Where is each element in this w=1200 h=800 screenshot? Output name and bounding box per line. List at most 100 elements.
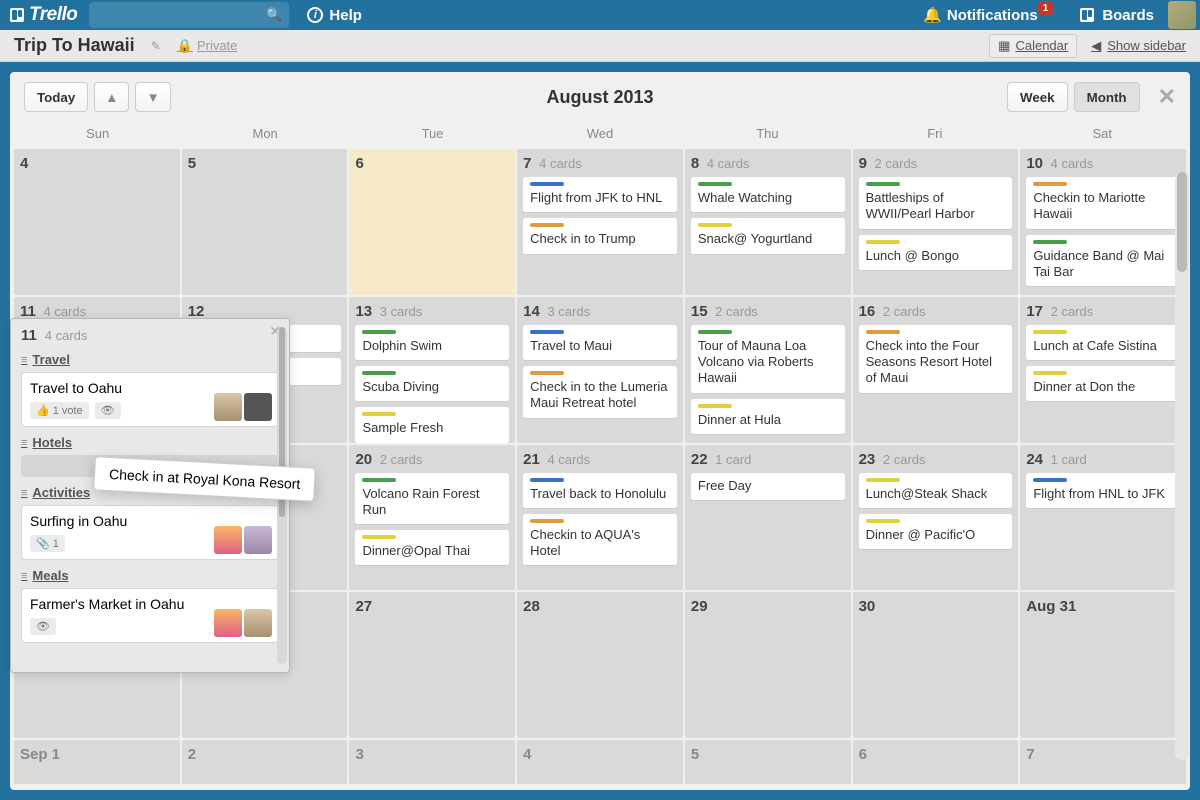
help-link[interactable]: i Help	[307, 7, 362, 24]
card-text: Travel back to Honolulu	[530, 486, 670, 502]
search-input[interactable]: 🔍	[89, 2, 289, 28]
day-cell[interactable]: 3	[349, 740, 515, 784]
calendar-card[interactable]: Travel to Maui	[523, 325, 677, 361]
calendar-card[interactable]: Checkin to AQUA's Hotel	[523, 514, 677, 567]
card-farmers-market[interactable]: Farmer's Market in Oahu 👁	[21, 588, 279, 643]
show-sidebar-button[interactable]: ◀ Show sidebar	[1091, 38, 1186, 54]
day-cell[interactable]: 17 2 cardsLunch at Cafe SistinaDinner at…	[1020, 297, 1186, 443]
day-cell[interactable]: 27	[349, 592, 515, 738]
section-meals[interactable]: ≡Meals	[21, 568, 279, 583]
calendar-card[interactable]: Flight from HNL to JFK	[1026, 473, 1180, 509]
calendar-card[interactable]: Travel back to Honolulu	[523, 473, 677, 509]
next-button[interactable]: ▼	[135, 82, 170, 112]
member-avatar[interactable]	[244, 609, 272, 637]
day-cell[interactable]: 22 1 cardFree Day	[685, 445, 851, 591]
scrollbar-thumb[interactable]	[1177, 172, 1187, 272]
calendar-card[interactable]: Scuba Diving	[355, 366, 509, 402]
calendar-card[interactable]: Whale Watching	[691, 177, 845, 213]
dow-sun: Sun	[14, 122, 181, 149]
notifications-button[interactable]: 🔔 Notifications 1	[915, 2, 1066, 28]
day-cell[interactable]: 6	[853, 740, 1019, 784]
day-cell[interactable]: 10 4 cardsCheckin to Mariotte HawaiiGuid…	[1020, 149, 1186, 295]
day-number: 28	[523, 598, 540, 615]
calendar-card[interactable]: Battleships of WWII/Pearl Harbor	[859, 177, 1013, 230]
card-label	[866, 240, 900, 244]
member-avatar[interactable]	[244, 393, 272, 421]
card-label	[866, 519, 900, 523]
day-cell[interactable]: 5	[182, 149, 348, 295]
day-cell[interactable]: Sep 1	[14, 740, 180, 784]
card-travel-oahu[interactable]: Travel to Oahu 👍1 vote 👁	[21, 372, 279, 427]
calendar-card[interactable]: Lunch @ Bongo	[859, 235, 1013, 271]
calendar-card[interactable]: Check in to the Lumeria Maui Retreat hot…	[523, 366, 677, 419]
calendar-card[interactable]: Guidance Band @ Mai Tai Bar	[1026, 235, 1180, 288]
day-number: 22	[691, 451, 708, 468]
member-avatar[interactable]	[244, 526, 272, 554]
day-cell[interactable]: Aug 31	[1020, 592, 1186, 738]
watch-badge: 👁	[30, 618, 56, 635]
day-cell[interactable]: 16 2 cardsCheck into the Four Seasons Re…	[853, 297, 1019, 443]
day-cell[interactable]: 7	[1020, 740, 1186, 784]
user-avatar[interactable]	[1168, 1, 1196, 29]
calendar-card[interactable]: Lunch@Steak Shack	[859, 473, 1013, 509]
watch-badge: 👁	[95, 402, 121, 419]
member-avatar[interactable]	[214, 393, 242, 421]
day-cell[interactable]: 28	[517, 592, 683, 738]
day-cell[interactable]: 20 2 cardsVolcano Rain Forest RunDinner@…	[349, 445, 515, 591]
card-label	[698, 404, 732, 408]
day-cell[interactable]: 5	[685, 740, 851, 784]
card-count: 2 cards	[376, 452, 422, 467]
today-button[interactable]: Today	[24, 82, 88, 112]
day-cell[interactable]: 7 4 cardsFlight from JFK to HNLCheck in …	[517, 149, 683, 295]
prev-button[interactable]: ▲	[94, 82, 129, 112]
close-icon[interactable]: ✕	[1158, 84, 1176, 110]
month-view-button[interactable]: Month	[1074, 82, 1140, 112]
day-cell[interactable]: 2	[182, 740, 348, 784]
day-cell[interactable]: 4	[517, 740, 683, 784]
calendar-card[interactable]: Check into the Four Seasons Resort Hotel…	[859, 325, 1013, 394]
calendar-card[interactable]: Checkin to Mariotte Hawaii	[1026, 177, 1180, 230]
calendar-card[interactable]: Check in to Trump	[523, 218, 677, 254]
calendar-card[interactable]: Volcano Rain Forest Run	[355, 473, 509, 526]
section-hotels[interactable]: ≡Hotels	[21, 435, 279, 450]
week-view-button[interactable]: Week	[1007, 82, 1068, 112]
info-icon: i	[307, 7, 323, 23]
day-cell[interactable]: 29	[685, 592, 851, 738]
calendar-card[interactable]: Free Day	[691, 473, 845, 501]
logo-text: Trello	[29, 4, 77, 26]
card-text: Travel to Maui	[530, 338, 670, 354]
calendar-card[interactable]: Dinner@Opal Thai	[355, 530, 509, 566]
card-surfing[interactable]: Surfing in Oahu 📎1	[21, 505, 279, 560]
calendar-card[interactable]: Dolphin Swim	[355, 325, 509, 361]
day-cell[interactable]: 13 3 cardsDolphin SwimScuba DivingSample…	[349, 297, 515, 443]
calendar-card[interactable]: Dinner at Hula	[691, 399, 845, 435]
day-cell[interactable]: 23 2 cardsLunch@Steak ShackDinner @ Paci…	[853, 445, 1019, 591]
section-travel[interactable]: ≡Travel	[21, 352, 279, 367]
pencil-icon[interactable]: ✎	[151, 39, 161, 53]
privacy-toggle[interactable]: 🔒 Private	[177, 38, 238, 54]
calendar-card[interactable]: Dinner at Don the	[1026, 366, 1180, 402]
day-cell[interactable]: 4	[14, 149, 180, 295]
day-cell[interactable]: 15 2 cardsTour of Mauna Loa Volcano via …	[685, 297, 851, 443]
member-avatar[interactable]	[214, 526, 242, 554]
scrollbar[interactable]	[1175, 172, 1189, 760]
card-text: Check into the Four Seasons Resort Hotel…	[866, 338, 1006, 387]
calendar-card[interactable]: Flight from JFK to HNL	[523, 177, 677, 213]
trello-logo[interactable]: Trello	[4, 4, 83, 26]
calendar-card[interactable]: Tour of Mauna Loa Volcano via Roberts Ha…	[691, 325, 845, 394]
member-avatar[interactable]	[214, 609, 242, 637]
day-cell[interactable]: 6	[349, 149, 515, 295]
calendar-button[interactable]: ▦ Calendar	[989, 34, 1077, 58]
calendar-card[interactable]: Dinner @ Pacific'O	[859, 514, 1013, 550]
boards-button[interactable]: Boards	[1072, 3, 1162, 28]
day-cell[interactable]: 14 3 cardsTravel to MauiCheck in to the …	[517, 297, 683, 443]
day-cell[interactable]: 21 4 cardsTravel back to HonoluluCheckin…	[517, 445, 683, 591]
day-cell[interactable]: 24 1 cardFlight from HNL to JFK	[1020, 445, 1186, 591]
calendar-card[interactable]: Sample Fresh	[355, 407, 509, 442]
day-cell[interactable]: 9 2 cardsBattleships of WWII/Pearl Harbo…	[853, 149, 1019, 295]
day-cell[interactable]: 30	[853, 592, 1019, 738]
calendar-card[interactable]: Snack@ Yogurtland	[691, 218, 845, 254]
day-cell[interactable]: 8 4 cardsWhale WatchingSnack@ Yogurtland	[685, 149, 851, 295]
card-text: Dinner @ Pacific'O	[866, 527, 1006, 543]
calendar-card[interactable]: Lunch at Cafe Sistina	[1026, 325, 1180, 361]
